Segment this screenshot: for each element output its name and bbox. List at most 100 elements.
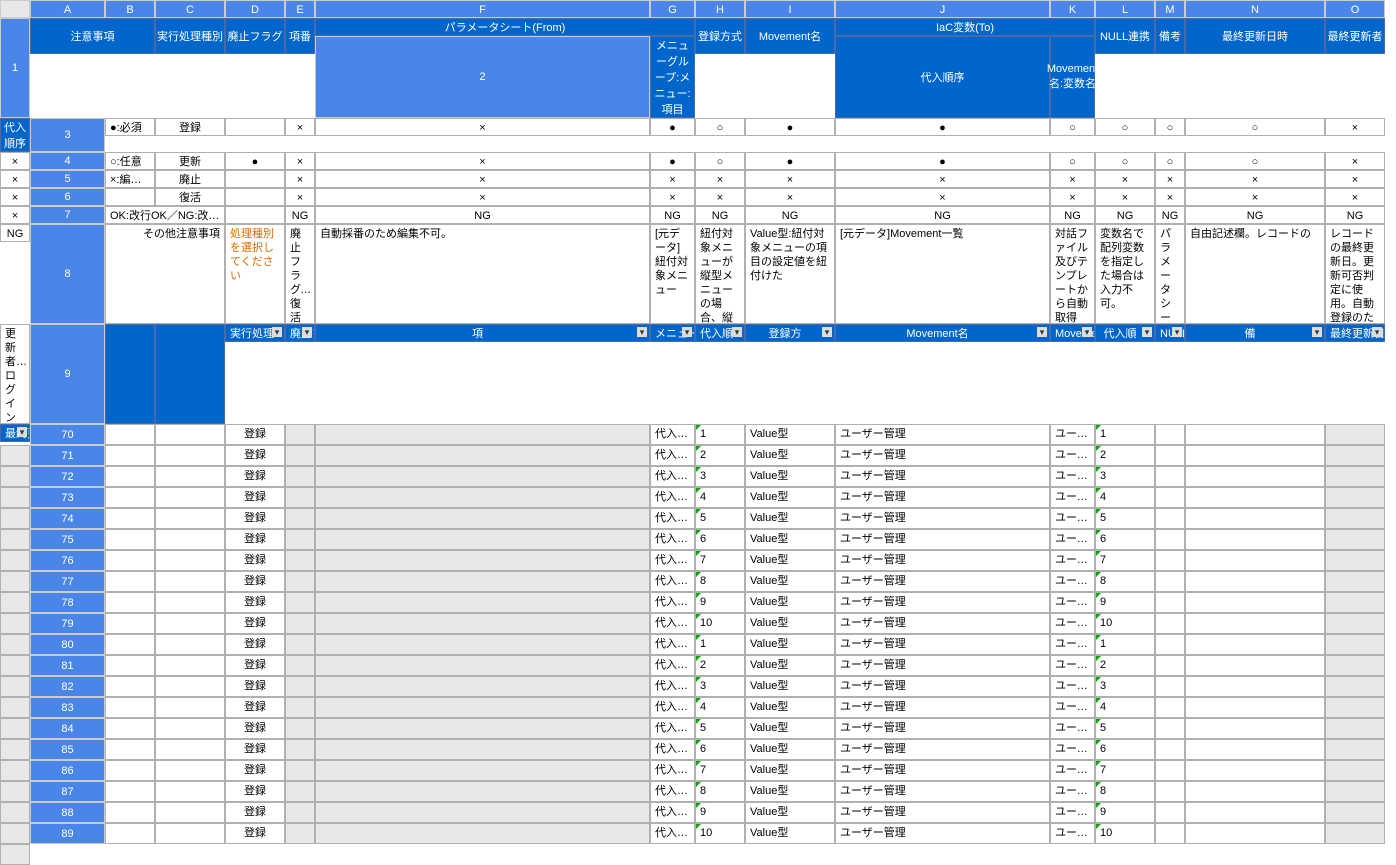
dcell-k-9[interactable]: 10 <box>1095 613 1155 634</box>
dcell-l-6[interactable] <box>1155 550 1185 571</box>
dcell-n-4[interactable] <box>1325 508 1385 529</box>
dcell-l-14[interactable] <box>1155 718 1185 739</box>
dcell-g-9[interactable]: 10 <box>695 613 745 634</box>
dcell-n-11[interactable] <box>1325 655 1385 676</box>
dcell-b-15[interactable] <box>155 739 225 760</box>
dcell-n-6[interactable] <box>1325 550 1385 571</box>
dcell-d-8[interactable] <box>285 592 315 613</box>
dcell-d-17[interactable] <box>285 781 315 802</box>
dcell-k-11[interactable]: 2 <box>1095 655 1155 676</box>
filter-f[interactable]: メニューグループ:メニュー:項目 <box>650 324 695 342</box>
dcell-c-13[interactable]: 登録 <box>225 697 285 718</box>
dcell-k-15[interactable]: 6 <box>1095 739 1155 760</box>
dcell-g-19[interactable]: 10 <box>695 823 745 844</box>
dcell-n-12[interactable] <box>1325 676 1385 697</box>
col-header-H[interactable]: H <box>695 0 745 18</box>
dcell-o-0[interactable] <box>0 445 30 466</box>
dcell-g-6[interactable]: 7 <box>695 550 745 571</box>
dcell-j-17[interactable]: ユーザー管理:comment <box>1050 781 1095 802</box>
dcell-j-0[interactable]: ユーザー管理:login_shell <box>1050 424 1095 445</box>
dcell-h-1[interactable]: Value型 <box>745 445 835 466</box>
dcell-n-16[interactable] <box>1325 760 1385 781</box>
dcell-e-10[interactable] <box>315 634 650 655</box>
dcell-f-18[interactable]: 代入値自動登録用:ユーザー:パラメータ/コメント <box>650 802 695 823</box>
dcell-l-3[interactable] <box>1155 487 1185 508</box>
dcell-i-6[interactable]: ユーザー管理 <box>835 550 1050 571</box>
dcell-h-5[interactable]: Value型 <box>745 529 835 550</box>
dcell-l-2[interactable] <box>1155 466 1185 487</box>
dcell-e-9[interactable] <box>315 613 650 634</box>
filter-d[interactable]: 廃止フラ <box>285 324 315 342</box>
row-header-7[interactable]: 7 <box>30 206 105 224</box>
dcell-m-13[interactable] <box>1185 697 1325 718</box>
dcell-h-3[interactable]: Value型 <box>745 487 835 508</box>
dcell-j-8[interactable]: ユーザー管理:login_shell <box>1050 592 1095 613</box>
row-header-2[interactable]: 2 <box>315 36 650 118</box>
dcell-n-1[interactable] <box>1325 445 1385 466</box>
dcell-h-12[interactable]: Value型 <box>745 676 835 697</box>
dcell-c-7[interactable]: 登録 <box>225 571 285 592</box>
row-header-d3[interactable]: 73 <box>30 487 105 508</box>
dcell-o-7[interactable] <box>0 592 30 613</box>
dcell-d-10[interactable] <box>285 634 315 655</box>
dcell-f-9[interactable]: 代入値自動登録用:ユーザー:パラメータ/ログインシェル <box>650 613 695 634</box>
dcell-n-3[interactable] <box>1325 487 1385 508</box>
dcell-n-17[interactable] <box>1325 781 1385 802</box>
dcell-o-12[interactable] <box>0 697 30 718</box>
dcell-e-15[interactable] <box>315 739 650 760</box>
dcell-i-8[interactable]: ユーザー管理 <box>835 592 1050 613</box>
dcell-j-9[interactable]: ユーザー管理:login_shell <box>1050 613 1095 634</box>
dcell-g-14[interactable]: 5 <box>695 718 745 739</box>
dcell-i-9[interactable]: ユーザー管理 <box>835 613 1050 634</box>
dcell-d-5[interactable] <box>285 529 315 550</box>
col-header-L[interactable]: L <box>1095 0 1155 18</box>
dcell-b-7[interactable] <box>155 571 225 592</box>
dcell-d-16[interactable] <box>285 760 315 781</box>
dcell-b-6[interactable] <box>155 550 225 571</box>
dcell-a-10[interactable] <box>105 634 155 655</box>
dcell-o-19[interactable] <box>0 844 30 865</box>
dcell-m-15[interactable] <box>1185 739 1325 760</box>
dcell-e-5[interactable] <box>315 529 650 550</box>
dcell-g-13[interactable]: 4 <box>695 697 745 718</box>
dcell-h-18[interactable]: Value型 <box>745 802 835 823</box>
dcell-i-19[interactable]: ユーザー管理 <box>835 823 1050 844</box>
dcell-e-0[interactable] <box>315 424 650 445</box>
dcell-i-5[interactable]: ユーザー管理 <box>835 529 1050 550</box>
dcell-a-19[interactable] <box>105 823 155 844</box>
dcell-k-17[interactable]: 8 <box>1095 781 1155 802</box>
dcell-l-16[interactable] <box>1155 760 1185 781</box>
dcell-g-10[interactable]: 1 <box>695 634 745 655</box>
dcell-a-6[interactable] <box>105 550 155 571</box>
dcell-d-13[interactable] <box>285 697 315 718</box>
dcell-j-10[interactable]: ユーザー管理:comment <box>1050 634 1095 655</box>
dcell-e-19[interactable] <box>315 823 650 844</box>
dcell-i-18[interactable]: ユーザー管理 <box>835 802 1050 823</box>
row-header-d7[interactable]: 77 <box>30 571 105 592</box>
col-header-F[interactable]: F <box>315 0 650 18</box>
dcell-m-6[interactable] <box>1185 550 1325 571</box>
dcell-b-19[interactable] <box>155 823 225 844</box>
dcell-h-19[interactable]: Value型 <box>745 823 835 844</box>
dcell-c-6[interactable]: 登録 <box>225 550 285 571</box>
dcell-l-7[interactable] <box>1155 571 1185 592</box>
dcell-k-0[interactable]: 1 <box>1095 424 1155 445</box>
dcell-d-15[interactable] <box>285 739 315 760</box>
dcell-a-16[interactable] <box>105 760 155 781</box>
dcell-j-18[interactable]: ユーザー管理:comment <box>1050 802 1095 823</box>
filter-o[interactable]: 最終更新 <box>0 424 30 442</box>
dcell-c-0[interactable]: 登録 <box>225 424 285 445</box>
dcell-i-11[interactable]: ユーザー管理 <box>835 655 1050 676</box>
dcell-m-7[interactable] <box>1185 571 1325 592</box>
row-header-d10[interactable]: 80 <box>30 634 105 655</box>
row-header-d8[interactable]: 78 <box>30 592 105 613</box>
dcell-k-19[interactable]: 10 <box>1095 823 1155 844</box>
dcell-f-17[interactable]: 代入値自動登録用:ユーザー:パラメータ/コメント <box>650 781 695 802</box>
row-header-d12[interactable]: 82 <box>30 676 105 697</box>
dcell-g-5[interactable]: 6 <box>695 529 745 550</box>
dcell-n-0[interactable] <box>1325 424 1385 445</box>
row-header-d16[interactable]: 86 <box>30 760 105 781</box>
dcell-e-4[interactable] <box>315 508 650 529</box>
dcell-n-15[interactable] <box>1325 739 1385 760</box>
row-header-5[interactable]: 5 <box>30 170 105 188</box>
